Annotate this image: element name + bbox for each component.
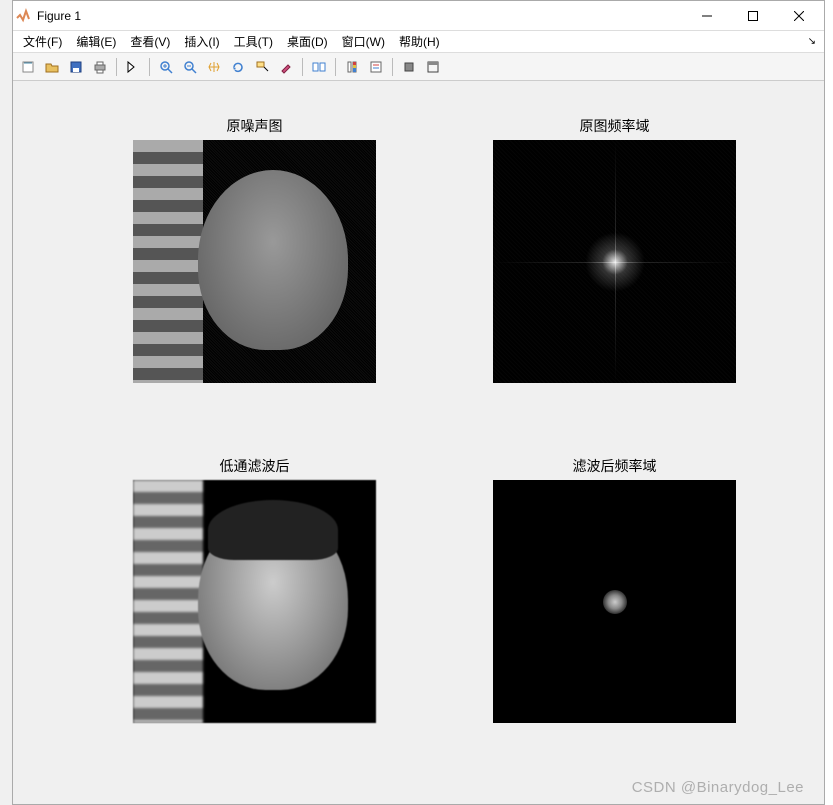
dock-button[interactable] — [422, 56, 444, 78]
minimize-button[interactable] — [684, 2, 730, 30]
toolbar-separator — [392, 58, 393, 76]
toolbar-separator — [302, 58, 303, 76]
hide-tools-button[interactable] — [398, 56, 420, 78]
subplot-3: 低通滤波后 — [133, 456, 376, 726]
toolbar — [13, 53, 824, 81]
menu-desktop[interactable]: 桌面(D) — [281, 31, 334, 52]
zoom-out-button[interactable] — [179, 56, 201, 78]
spectrum-original — [493, 140, 736, 383]
titlebar: Figure 1 — [13, 1, 824, 31]
matlab-icon — [15, 8, 31, 24]
menu-help[interactable]: 帮助(H) — [393, 31, 446, 52]
window-title: Figure 1 — [37, 9, 684, 23]
edit-plot-button[interactable] — [122, 56, 144, 78]
pan-button[interactable] — [203, 56, 225, 78]
brush-button[interactable] — [275, 56, 297, 78]
menu-window[interactable]: 窗口(W) — [336, 31, 391, 52]
close-button[interactable] — [776, 2, 822, 30]
menu-edit[interactable]: 编辑(E) — [70, 31, 122, 52]
noisy-image — [133, 140, 376, 383]
subplot-2-title: 原图频率域 — [493, 116, 736, 136]
link-button[interactable] — [308, 56, 330, 78]
legend-button[interactable] — [365, 56, 387, 78]
subplot-1-title: 原噪声图 — [133, 116, 376, 136]
menu-corner-icon[interactable]: ↘ — [808, 36, 820, 47]
menu-insert[interactable]: 插入(I) — [178, 31, 225, 52]
menu-tools[interactable]: 工具(T) — [228, 31, 279, 52]
open-button[interactable] — [41, 56, 63, 78]
subplot-4: 滤波后频率域 — [493, 456, 736, 726]
maximize-button[interactable] — [730, 2, 776, 30]
figure-window: Figure 1 文件(F) 编辑(E) 查看(V) 插入(I) 工具(T) 桌… — [12, 0, 825, 805]
save-button[interactable] — [65, 56, 87, 78]
menu-view[interactable]: 查看(V) — [124, 31, 176, 52]
subplot-2: 原图频率域 — [493, 116, 736, 386]
new-figure-button[interactable] — [17, 56, 39, 78]
rotate-button[interactable] — [227, 56, 249, 78]
watermark: CSDN @Binarydog_Lee — [632, 779, 804, 796]
menubar: 文件(F) 编辑(E) 查看(V) 插入(I) 工具(T) 桌面(D) 窗口(W… — [13, 31, 824, 53]
subplot-4-title: 滤波后频率域 — [493, 456, 736, 476]
spectrum-filtered — [493, 480, 736, 723]
subplot-1: 原噪声图 — [133, 116, 376, 386]
colorbar-button[interactable] — [341, 56, 363, 78]
toolbar-separator — [335, 58, 336, 76]
filtered-image — [133, 480, 376, 723]
subplot-3-title: 低通滤波后 — [133, 456, 376, 476]
window-buttons — [684, 2, 822, 30]
figure-content: 原噪声图 原图频率域 低通滤波后 滤波后频率域 CSDN @Binarydog_… — [13, 81, 824, 804]
zoom-in-button[interactable] — [155, 56, 177, 78]
data-cursor-button[interactable] — [251, 56, 273, 78]
menu-file[interactable]: 文件(F) — [17, 31, 68, 52]
toolbar-separator — [149, 58, 150, 76]
print-button[interactable] — [89, 56, 111, 78]
background-fragments — [0, 0, 12, 805]
toolbar-separator — [116, 58, 117, 76]
